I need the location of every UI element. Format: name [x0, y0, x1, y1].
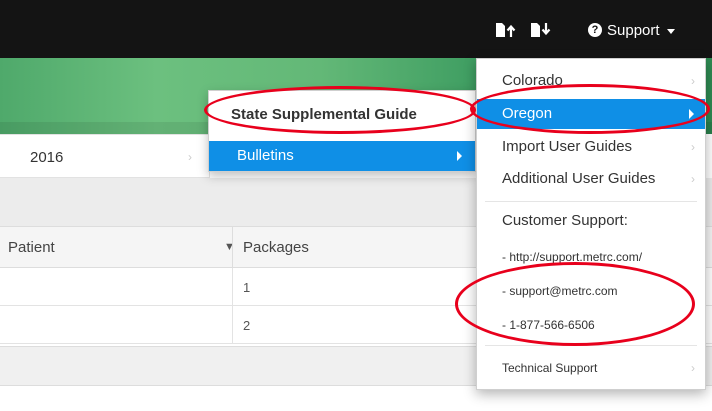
support-url-link[interactable]: - http://support.metrc.com/	[502, 250, 642, 264]
dropdown-divider	[485, 201, 697, 202]
file-upload-icon[interactable]	[495, 22, 517, 38]
customer-support-header: Customer Support:	[502, 212, 628, 229]
top-navbar: ? Support	[0, 0, 712, 58]
dropdown-divider	[485, 345, 697, 346]
cell-divider	[232, 306, 233, 344]
caret-right-icon	[689, 109, 694, 119]
chevron-right-icon: ›	[691, 172, 695, 186]
technical-support-label: Technical Support	[502, 361, 598, 375]
year-menu-item[interactable]: 2016 ›	[0, 134, 210, 178]
chevron-right-icon: ›	[691, 74, 695, 88]
submenu-item-state-supplemental-guide[interactable]: State Supplemental Guide	[231, 106, 417, 123]
support-label: Support	[607, 21, 660, 39]
caret-right-icon	[457, 151, 462, 161]
caret-down-icon	[666, 28, 675, 34]
column-header-packages[interactable]: Packages	[243, 239, 309, 256]
colorado-label: Colorado	[502, 72, 563, 89]
filter-icon[interactable]: ▼	[224, 241, 235, 253]
support-phone: - 1-877-566-6506	[502, 318, 595, 332]
dropdown-item-oregon[interactable]: Oregon	[477, 99, 705, 129]
import-user-guides-label: Import User Guides	[502, 138, 633, 155]
cell-divider	[232, 268, 233, 306]
packages-cell: 2	[243, 318, 251, 333]
oregon-label: Oregon	[502, 105, 553, 122]
year-label: 2016	[30, 149, 64, 166]
support-email-link[interactable]: - support@metrc.com	[502, 284, 618, 298]
column-divider	[232, 227, 233, 269]
additional-user-guides-label: Additional User Guides	[502, 170, 656, 187]
support-menu-button[interactable]: ? Support	[588, 19, 675, 41]
support-dropdown: Colorado › Oregon Import User Guides › A…	[476, 58, 706, 390]
question-circle-icon: ?	[588, 23, 602, 37]
chevron-right-icon: ›	[691, 361, 695, 375]
oregon-submenu: State Supplemental Guide Bulletins	[208, 90, 476, 172]
submenu-item-bulletins[interactable]: Bulletins	[209, 141, 475, 171]
bulletins-label: Bulletins	[237, 147, 294, 164]
packages-cell: 1	[243, 280, 251, 295]
column-header-patient[interactable]: Patient	[8, 239, 55, 256]
chevron-right-icon: ›	[691, 140, 695, 154]
file-download-icon[interactable]	[530, 22, 552, 38]
chevron-right-icon: ›	[188, 150, 192, 164]
